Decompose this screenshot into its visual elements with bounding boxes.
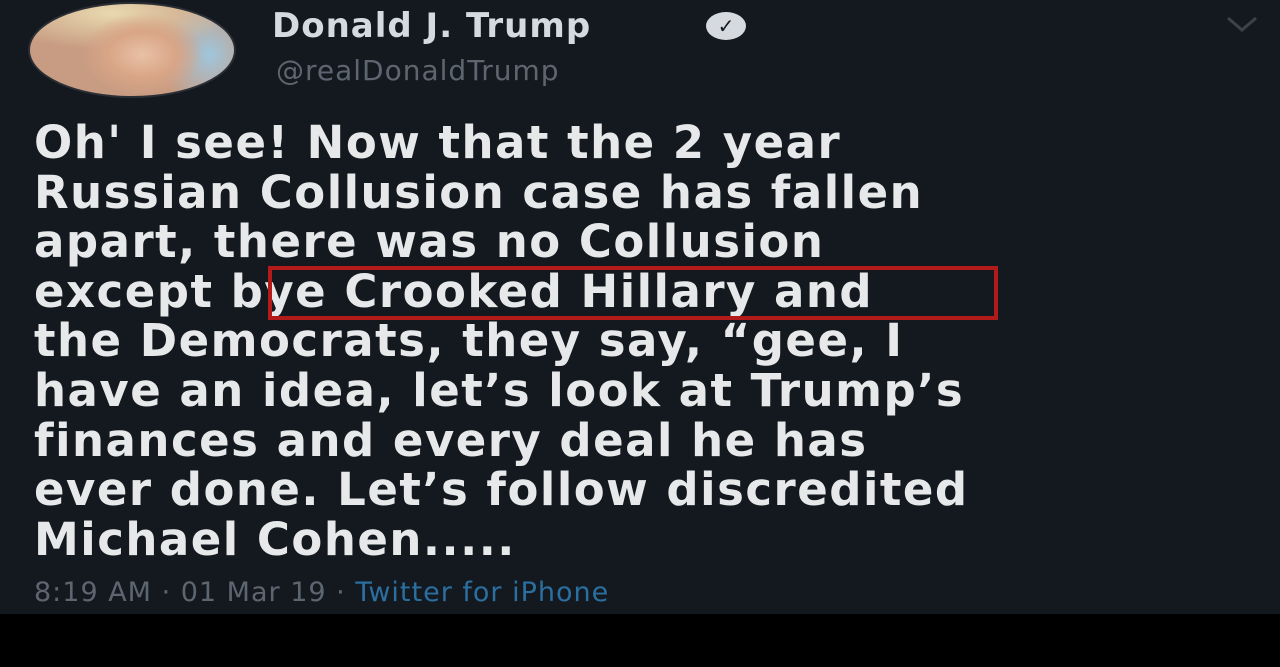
tweet-line: finances and every deal he has bbox=[34, 413, 868, 467]
verified-badge-icon: ✓ bbox=[706, 12, 746, 40]
meta-separator: · bbox=[151, 577, 181, 608]
tweet-time[interactable]: 8:19 AM bbox=[34, 577, 152, 608]
author-display-name[interactable]: Donald J. Trump bbox=[272, 6, 591, 46]
avatar[interactable] bbox=[28, 2, 236, 98]
tweet-meta: 8:19 AM · 01 Mar 19 · Twitter for iPhone bbox=[34, 576, 609, 610]
tweet-text: Oh' I see! Now that the 2 year Russian C… bbox=[34, 118, 1254, 564]
highlight-box bbox=[268, 266, 998, 320]
meta-separator: · bbox=[326, 577, 356, 608]
author-handle[interactable]: @realDonaldTrump bbox=[276, 54, 560, 88]
tweet-date[interactable]: 01 Mar 19 bbox=[181, 577, 327, 608]
tweet-line: the Democrats, they say, “gee, I bbox=[34, 314, 904, 368]
tweet-line: apart, there was no Collusion bbox=[34, 215, 825, 269]
tweet-line: have an idea, let’s look at Trump’s bbox=[34, 363, 965, 417]
tweet-line: Oh' I see! Now that the 2 year bbox=[34, 116, 842, 169]
tweet-source-link[interactable]: Twitter for iPhone bbox=[355, 577, 609, 608]
chevron-down-icon[interactable] bbox=[1222, 12, 1262, 36]
bottom-bar bbox=[0, 614, 1280, 667]
tweet-line: ever done. Let’s follow discredited bbox=[34, 463, 969, 517]
tweet-line: Russian Collusion case has fallen bbox=[34, 165, 924, 219]
tweet-card: Donald J. Trump ✓ @realDonaldTrump Oh' I… bbox=[0, 0, 1280, 614]
tweet-line: Michael Cohen..... bbox=[34, 512, 516, 566]
